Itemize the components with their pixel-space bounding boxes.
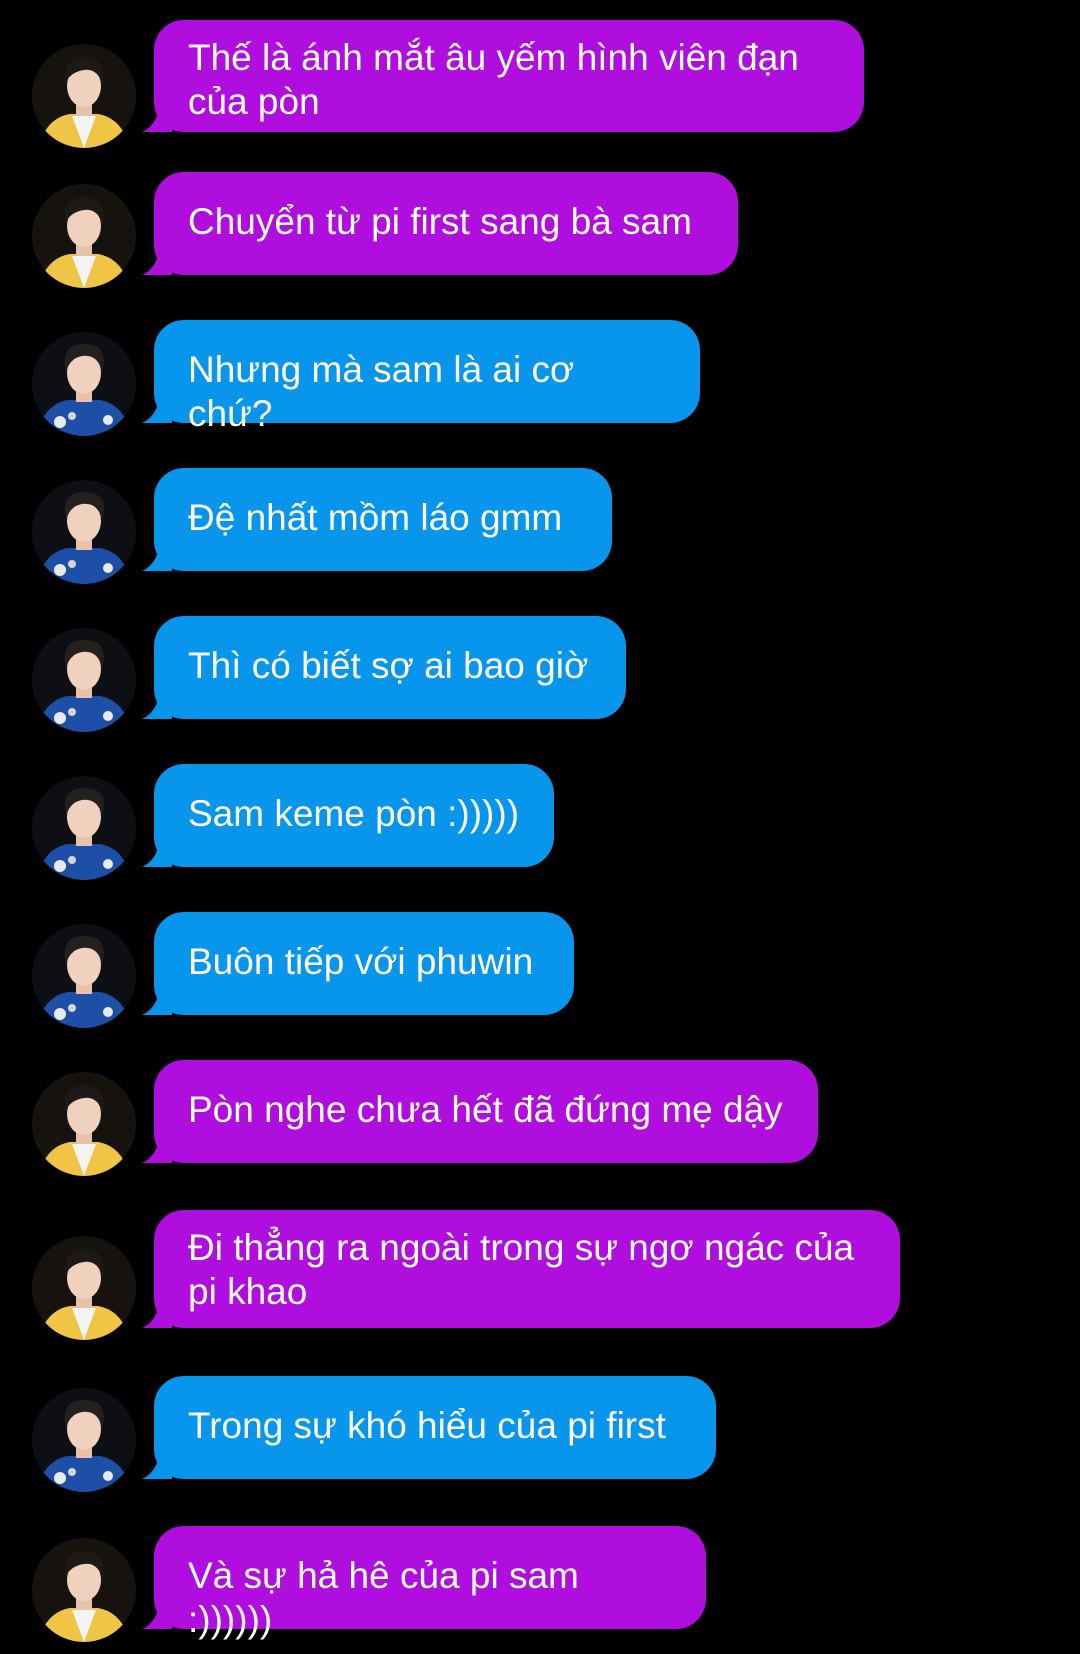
yellow-jacket-avatar[interactable] (32, 1538, 136, 1642)
message-row: Và sự hả hê của pi sam :)))))) (0, 1526, 1080, 1642)
message-text: Và sự hả hê của pi sam :)))))) (188, 1555, 579, 1640)
message-text: Thì có biết sợ ai bao giờ (188, 645, 589, 686)
blue-shirt-avatar[interactable] (32, 776, 136, 880)
message-row: Trong sự khó hiểu của pi first (0, 1376, 1080, 1492)
message-bubble[interactable]: Đệ nhất mồm láo gmm (142, 468, 612, 571)
message-row: Nhưng mà sam là ai cơ chứ? (0, 320, 1080, 436)
blue-shirt-avatar[interactable] (32, 1388, 136, 1492)
message-text: Nhưng mà sam là ai cơ chứ? (188, 349, 575, 434)
message-bubble[interactable]: Chuyển từ pi first sang bà sam (142, 172, 738, 275)
yellow-jacket-avatar[interactable] (32, 1236, 136, 1340)
message-bubble[interactable]: Thì có biết sợ ai bao giờ (142, 616, 626, 719)
yellow-jacket-avatar[interactable] (32, 1072, 136, 1176)
message-row: Sam keme pòn :))))) (0, 764, 1080, 880)
message-bubble[interactable]: Sam keme pòn :))))) (142, 764, 554, 867)
message-bubble[interactable]: Thế là ánh mắt âu yếm hình viên đạn của … (142, 20, 864, 132)
message-text: Pòn nghe chưa hết đã đứng mẹ dậy (188, 1089, 783, 1130)
blue-shirt-avatar[interactable] (32, 480, 136, 584)
message-text: Thế là ánh mắt âu yếm hình viên đạn của … (188, 37, 799, 122)
message-row: Buôn tiếp với phuwin (0, 912, 1080, 1028)
message-bubble[interactable]: Trong sự khó hiểu của pi first (142, 1376, 716, 1479)
message-text: Trong sự khó hiểu của pi first (188, 1405, 666, 1446)
message-row: Thì có biết sợ ai bao giờ (0, 616, 1080, 732)
blue-shirt-avatar[interactable] (32, 332, 136, 436)
message-text: Đi thẳng ra ngoài trong sự ngơ ngác của … (188, 1227, 855, 1312)
message-row: Đệ nhất mồm láo gmm (0, 468, 1080, 584)
message-bubble[interactable]: Pòn nghe chưa hết đã đứng mẹ dậy (142, 1060, 818, 1163)
message-text: Đệ nhất mồm láo gmm (188, 497, 563, 538)
chat-thread: Thế là ánh mắt âu yếm hình viên đạn của … (0, 0, 1080, 1654)
message-row: Pòn nghe chưa hết đã đứng mẹ dậy (0, 1060, 1080, 1176)
message-row: Đi thẳng ra ngoài trong sự ngơ ngác của … (0, 1210, 1080, 1340)
message-bubble[interactable]: Buôn tiếp với phuwin (142, 912, 574, 1015)
message-text: Chuyển từ pi first sang bà sam (188, 201, 692, 242)
message-row: Thế là ánh mắt âu yếm hình viên đạn của … (0, 20, 1080, 148)
message-text: Buôn tiếp với phuwin (188, 941, 534, 982)
message-text: Sam keme pòn :))))) (188, 793, 520, 834)
yellow-jacket-avatar[interactable] (32, 184, 136, 288)
blue-shirt-avatar[interactable] (32, 924, 136, 1028)
message-row: Chuyển từ pi first sang bà sam (0, 172, 1080, 288)
blue-shirt-avatar[interactable] (32, 628, 136, 732)
message-bubble[interactable]: Và sự hả hê của pi sam :)))))) (142, 1526, 706, 1640)
message-bubble[interactable]: Đi thẳng ra ngoài trong sự ngơ ngác của … (142, 1210, 900, 1328)
message-bubble[interactable]: Nhưng mà sam là ai cơ chứ? (142, 320, 700, 434)
yellow-jacket-avatar[interactable] (32, 44, 136, 148)
